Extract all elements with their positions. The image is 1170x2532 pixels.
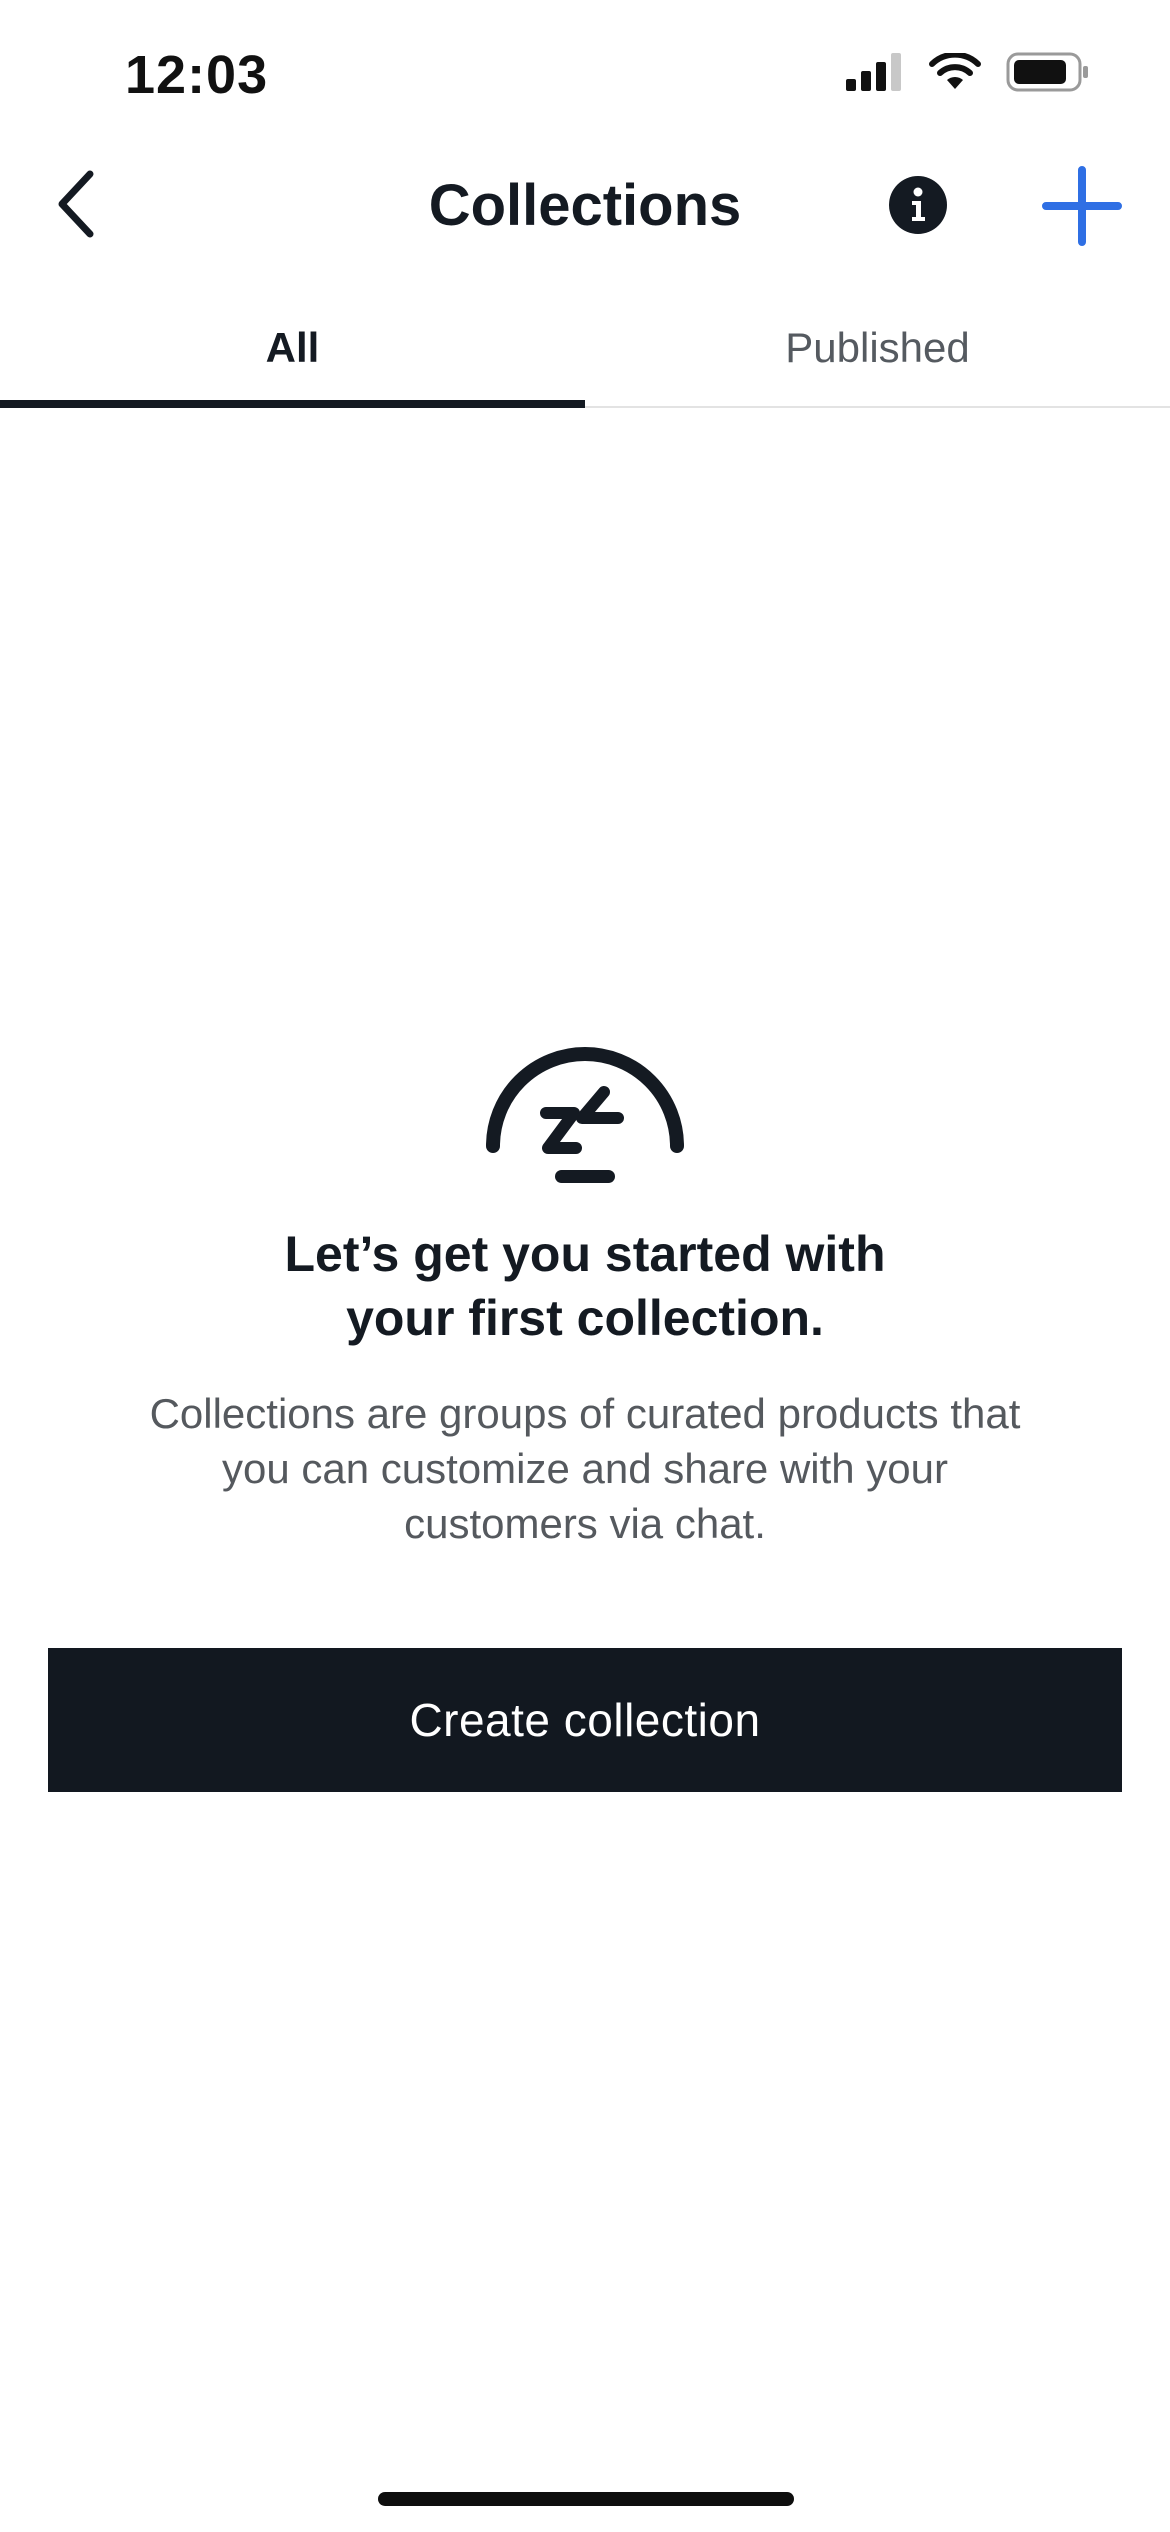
tab-published-label: Published [785,324,970,371]
heading-line-1: Let’s get you started with [284,1226,886,1282]
selected-tab-indicator [0,400,585,408]
empty-state-description: Collections are groups of curated produc… [50,1386,1120,1551]
status-bar: 12:03 [0,0,1170,150]
wifi-icon [928,53,982,91]
description-line-2: you can customize and share with your [221,1445,949,1492]
status-time: 12:03 [125,45,269,105]
tab-bar: All Published [0,290,1170,408]
heading-line-2: your first collection. [346,1290,824,1346]
battery-icon [1006,52,1090,92]
add-collection-button[interactable] [1040,165,1124,251]
plus-icon [1042,165,1122,251]
info-button[interactable] [885,174,951,240]
collections-screen: 12:03 Collections All Published Let’s ge… [0,0,1170,2532]
tab-all[interactable]: All [0,290,585,406]
description-line-1: Collections are groups of curated produc… [149,1390,1021,1437]
description-line-3: customers via chat. [404,1500,766,1547]
empty-state-heading: Let’s get you started with your first co… [100,1222,1070,1350]
info-icon [888,175,948,240]
home-indicator[interactable] [378,2492,794,2506]
page-title: Collections [428,173,742,238]
sleeping-dome-icon [484,1040,686,1192]
status-icons [846,52,1090,92]
create-collection-button[interactable]: Create collection [48,1648,1122,1792]
tab-all-label: All [265,324,320,371]
tab-published[interactable]: Published [585,290,1170,406]
navigation-bar: Collections [0,150,1170,262]
cellular-signal-icon [846,53,904,91]
